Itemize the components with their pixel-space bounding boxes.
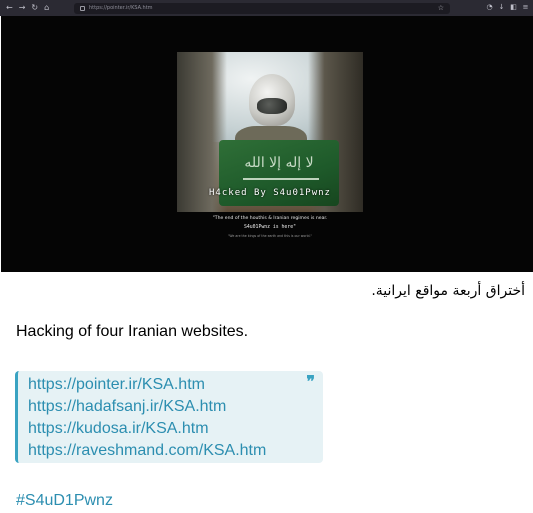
caption-line-3: "We are the kings of the earth and this … [227, 234, 313, 238]
extensions-icon[interactable]: ◧ [510, 3, 517, 12]
link-hadafsanj[interactable]: https://hadafsanj.ir/KSA.htm [28, 396, 323, 418]
browser-toolbar: ← → ↻ ⌂ https://pointer.ir/KSA.htm ☆ ◔ ↓… [0, 0, 533, 16]
flag-calligraphy: لا إله إلا الله [244, 155, 314, 171]
shield-icon[interactable]: ◔ [486, 3, 493, 12]
caption-line-2: S4u01Pwnz is here" [244, 225, 296, 230]
lock-icon [80, 6, 85, 11]
link-raveshmand[interactable]: https://raveshmand.com/KSA.htm [28, 440, 323, 462]
caption-line-1: "The end of the houthis & Iranian regime… [212, 216, 328, 221]
home-icon[interactable]: ⌂ [44, 4, 49, 12]
hacked-by-text: H4cked By S4u01Pwnz [209, 188, 331, 198]
link-pointer[interactable]: https://pointer.ir/KSA.htm [28, 374, 323, 396]
flag-sword [243, 178, 319, 180]
english-message: Hacking of four Iranian websites. [16, 323, 249, 340]
url-text[interactable]: https://pointer.ir/KSA.htm [89, 6, 153, 11]
download-icon[interactable]: ↓ [498, 3, 505, 12]
hashtag-link[interactable]: #S4uD1Pwnz [16, 491, 113, 511]
toolbar-right-icons: ◔ ↓ ◧ ≡ [486, 3, 529, 12]
link-kudosa[interactable]: https://kudosa.ir/KSA.htm [28, 418, 323, 440]
defaced-page-screenshot: لا إله إلا الله H4cked By S4u01Pwnz "The… [1, 16, 533, 272]
quote-icon: ❞ [306, 372, 315, 391]
quote-block: ❞ https://pointer.ir/KSA.htm https://had… [15, 371, 323, 463]
reload-icon[interactable]: ↻ [31, 4, 38, 12]
menu-icon[interactable]: ≡ [522, 3, 529, 12]
arabic-message: أختراق أربعة مواقع ايرانية. [371, 283, 525, 299]
address-bar[interactable]: https://pointer.ir/KSA.htm ☆ [74, 3, 450, 14]
nav-icons: ← → ↻ ⌂ [0, 4, 74, 12]
bookmark-star-icon[interactable]: ☆ [438, 4, 444, 12]
hero-image: لا إله إلا الله H4cked By S4u01Pwnz [177, 52, 363, 212]
forward-icon[interactable]: → [19, 4, 26, 12]
back-icon[interactable]: ← [6, 4, 13, 12]
